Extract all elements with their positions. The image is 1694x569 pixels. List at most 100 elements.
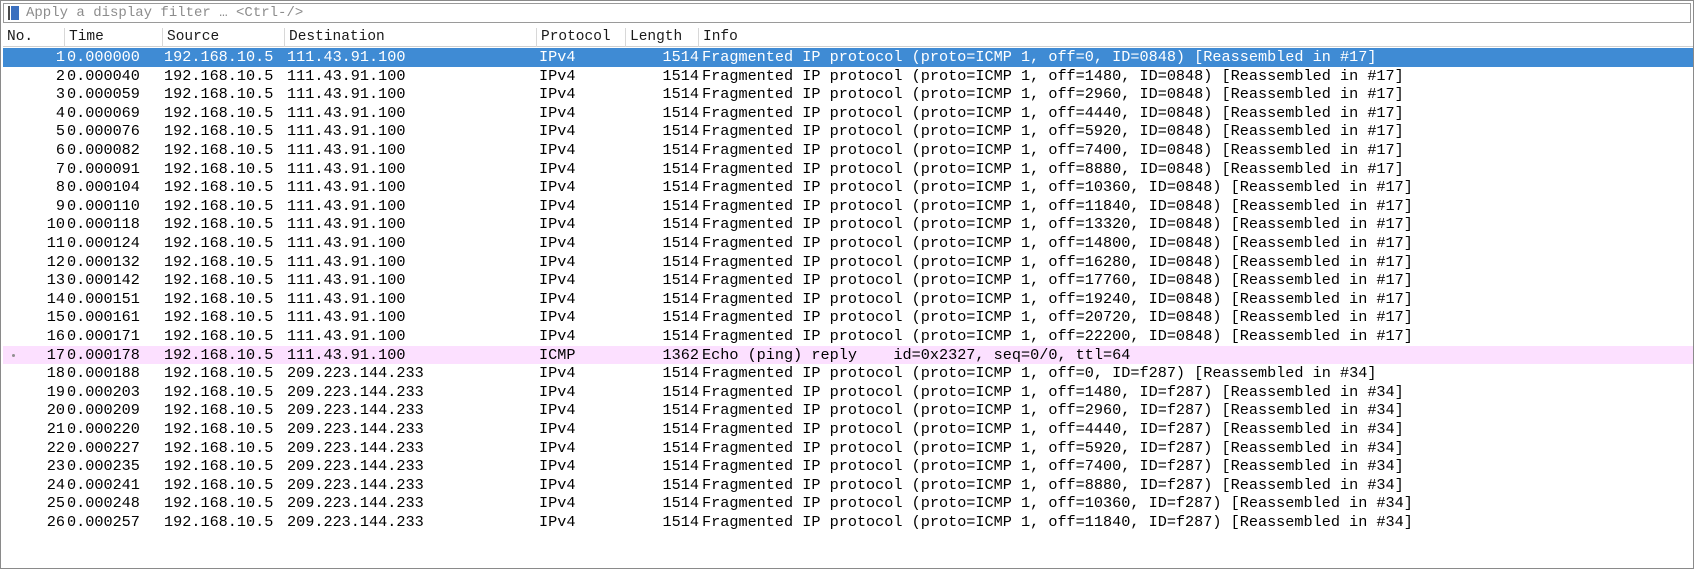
packet-row[interactable]: 13 0.000142 192.168.10.5 111.43.91.100 IPv4 1… — [3, 271, 1693, 290]
packet-time: 0.000124 — [67, 234, 140, 252]
packet-row[interactable]: 20 0.000209 192.168.10.5 209.223.144.233 IPv… — [3, 401, 1693, 420]
display-filter-bar[interactable] — [3, 3, 1691, 23]
packet-row[interactable]: 26 0.000257 192.168.10.5 209.223.144.233 IPv… — [3, 513, 1693, 532]
packet-row[interactable]: 18 0.000188 192.168.10.5 209.223.144.233 IPv… — [3, 364, 1693, 383]
packet-destination: 209.223.144.233 — [287, 364, 424, 383]
packet-source: 192.168.10.5 — [164, 85, 274, 104]
packet-length: 1514 — [662, 48, 699, 66]
packet-source: 192.168.10.5 — [164, 494, 274, 513]
packet-row[interactable]: 7 0.000091 192.168.10.5 111.43.91.100 IPv4 15… — [3, 160, 1693, 179]
packet-source: 192.168.10.5 — [164, 420, 274, 438]
packet-protocol: IPv4 — [539, 234, 576, 252]
packet-destination: 209.223.144.233 — [287, 382, 424, 401]
packet-row[interactable]: 15 0.000161 192.168.10.5 111.43.91.100 IPv4 1… — [3, 308, 1693, 327]
packet-row[interactable]: 12 0.000132 192.168.10.5 111.43.91.100 IPv4 1… — [3, 253, 1693, 272]
packet-row[interactable]: 1 0.000000 192.168.10.5 111.43.91.100 IPv4 15… — [3, 48, 1693, 67]
packet-row[interactable]: 11 0.000124 192.168.10.5 111.43.91.100 IPv4 1… — [3, 234, 1693, 253]
packet-number: 8 — [55, 178, 65, 197]
packet-row[interactable]: 16 0.000171 192.168.10.5 111.43.91.100 IPv4 1… — [3, 327, 1693, 346]
packet-row[interactable]: 25 0.000248 192.168.10.5 209.223.144.233 IPv… — [3, 494, 1693, 513]
packet-time: 0.000059 — [67, 85, 140, 104]
packet-number: 10 — [46, 215, 65, 234]
column-header-source[interactable]: Source — [163, 28, 285, 47]
packet-destination: 209.223.144.233 — [287, 401, 424, 420]
packet-row[interactable]: 5 0.000076 192.168.10.5 111.43.91.100 IPv4 15… — [3, 122, 1693, 141]
packet-destination: 209.223.144.233 — [287, 457, 424, 476]
column-header-length[interactable]: Length — [626, 28, 699, 47]
column-header-info[interactable]: Info — [699, 28, 1693, 47]
packet-info: Fragmented IP protocol (proto=ICMP 1, of… — [702, 48, 1377, 66]
column-header-time[interactable]: Time — [65, 28, 163, 47]
packet-info: Fragmented IP protocol (proto=ICMP 1, of… — [702, 420, 1404, 438]
packet-length: 1514 — [662, 66, 699, 85]
packet-row[interactable]: 21 0.000220 192.168.10.5 209.223.144.233 IPv… — [3, 420, 1693, 439]
packet-info: Fragmented IP protocol (proto=ICMP 1, of… — [702, 401, 1404, 420]
packet-number: 16 — [46, 327, 65, 345]
packet-destination: 111.43.91.100 — [287, 141, 406, 159]
packet-source: 192.168.10.5 — [164, 252, 274, 271]
packet-row[interactable]: 24 0.000241 192.168.10.5 209.223.144.233 IPv… — [3, 476, 1693, 495]
packet-info: Fragmented IP protocol (proto=ICMP 1, of… — [702, 178, 1413, 197]
packet-source: 192.168.10.5 — [164, 289, 274, 308]
packet-destination: 111.43.91.100 — [287, 308, 406, 327]
packet-time: 0.000220 — [67, 420, 140, 438]
display-filter-input[interactable] — [24, 4, 1690, 22]
packet-protocol: IPv4 — [539, 66, 576, 85]
packet-length: 1514 — [662, 215, 699, 234]
column-header-no[interactable]: No. — [3, 28, 65, 47]
bookmark-icon[interactable] — [8, 5, 20, 21]
packet-destination: 111.43.91.100 — [287, 271, 406, 290]
packet-number: 17 — [46, 345, 65, 364]
packet-number: 18 — [46, 364, 65, 383]
packet-number: 14 — [46, 289, 65, 308]
packet-row[interactable]: 8 0.000104 192.168.10.5 111.43.91.100 IPv4 15… — [3, 178, 1693, 197]
packet-row[interactable]: 19 0.000203 192.168.10.5 209.223.144.233 IPv… — [3, 383, 1693, 402]
packet-number: 25 — [46, 494, 65, 513]
packet-length: 1362 — [662, 345, 699, 364]
packet-source: 192.168.10.5 — [164, 215, 274, 234]
packet-row[interactable]: 9 0.000110 192.168.10.5 111.43.91.100 IPv4 15… — [3, 197, 1693, 216]
packet-row[interactable]: 22 0.000227 192.168.10.5 209.223.144.233 IPv… — [3, 439, 1693, 458]
packet-source: 192.168.10.5 — [164, 196, 274, 215]
packet-info: Fragmented IP protocol (proto=ICMP 1, of… — [702, 457, 1404, 476]
packet-row[interactable]: 23 0.000235 192.168.10.5 209.223.144.233 IPv… — [3, 457, 1693, 476]
packet-length: 1514 — [662, 475, 699, 494]
packet-length: 1514 — [662, 196, 699, 215]
packet-protocol: IPv4 — [539, 438, 576, 457]
packet-source: 192.168.10.5 — [164, 141, 274, 159]
packet-info: Fragmented IP protocol (proto=ICMP 1, of… — [702, 327, 1413, 345]
packet-number: 21 — [46, 420, 65, 438]
packet-length: 1514 — [662, 382, 699, 401]
packet-row[interactable]: 17 0.000178 192.168.10.5 111.43.91.100 ICMP 1… — [3, 345, 1693, 365]
packet-row[interactable]: 3 0.000059 192.168.10.5 111.43.91.100 IPv4 15… — [3, 85, 1693, 104]
packet-info: Fragmented IP protocol (proto=ICMP 1, of… — [702, 308, 1413, 327]
packet-number: 19 — [46, 382, 65, 401]
packet-time: 0.000040 — [67, 66, 140, 85]
packet-row[interactable]: 2 0.000040 192.168.10.5 111.43.91.100 IPv4 15… — [3, 67, 1693, 86]
packet-row[interactable]: 14 0.000151 192.168.10.5 111.43.91.100 IPv4 1… — [3, 290, 1693, 309]
packet-source: 192.168.10.5 — [164, 308, 274, 327]
packet-source: 192.168.10.5 — [164, 48, 274, 66]
packet-source: 192.168.10.5 — [164, 103, 274, 122]
packet-destination: 111.43.91.100 — [287, 234, 406, 252]
packet-source: 192.168.10.5 — [164, 457, 274, 476]
column-header-destination[interactable]: Destination — [285, 28, 537, 47]
packet-length: 1514 — [662, 457, 699, 476]
packet-row[interactable]: 10 0.000118 192.168.10.5 111.43.91.100 IPv4 1… — [3, 215, 1693, 234]
column-header-protocol[interactable]: Protocol — [537, 28, 626, 47]
packet-length: 1514 — [662, 85, 699, 104]
packet-time: 0.000161 — [67, 308, 140, 327]
packet-length: 1514 — [662, 252, 699, 271]
packet-row[interactable]: 4 0.000069 192.168.10.5 111.43.91.100 IPv4 15… — [3, 104, 1693, 123]
packet-info: Fragmented IP protocol (proto=ICMP 1, of… — [702, 85, 1404, 104]
packet-source: 192.168.10.5 — [164, 345, 274, 364]
packet-source: 192.168.10.5 — [164, 513, 274, 531]
packet-time: 0.000104 — [67, 178, 140, 197]
packet-destination: 111.43.91.100 — [287, 159, 406, 178]
packet-info: Fragmented IP protocol (proto=ICMP 1, of… — [702, 252, 1413, 271]
packet-list[interactable]: 1 0.000000 192.168.10.5 111.43.91.100 IPv4 15… — [3, 48, 1693, 568]
packet-row[interactable]: 6 0.000082 192.168.10.5 111.43.91.100 IPv4 15… — [3, 141, 1693, 160]
packet-number: 7 — [55, 159, 65, 178]
packet-destination: 111.43.91.100 — [287, 289, 406, 308]
packet-protocol: IPv4 — [539, 252, 576, 271]
